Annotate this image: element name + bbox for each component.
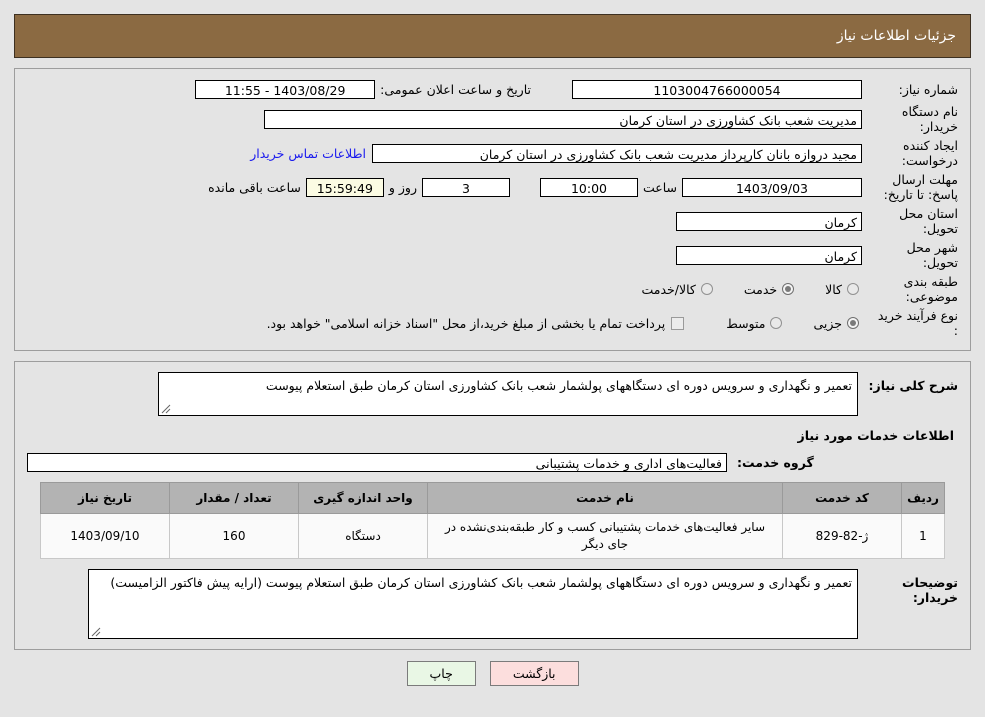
row-service-group: گروه خدمت: فعالیت‌های اداری و خدمات پشتی…: [27, 453, 958, 472]
days-word-label: روز و: [388, 179, 417, 195]
table-row: 1 ژ-82-829 سایر فعالیت‌های خدمات پشتیبان…: [40, 513, 945, 559]
need-details-panel: شرح کلی نیاز: تعمیر و نگهداری و سرویس دو…: [14, 361, 971, 650]
requester-value: مجید دروازه بانان کارپرداز مدیریت شعب با…: [372, 143, 862, 163]
col-code: کد خدمت: [782, 482, 902, 514]
page-title: جزئیات اطلاعات نیاز: [836, 28, 956, 44]
category-option-kala-khedmat[interactable]: کالا/خدمت: [639, 282, 715, 297]
buyer-notes-text: تعمیر و نگهداری و سرویس دوره ای دستگاهها…: [110, 575, 852, 590]
process-option-label: جزیی: [813, 315, 842, 331]
cell-date: 1403/09/10: [40, 513, 170, 559]
need-summary-label: شرح کلی نیاز:: [868, 378, 958, 393]
buyer-contact-link[interactable]: اطلاعات تماس خریدار: [244, 143, 372, 164]
radio-icon[interactable]: [700, 283, 713, 295]
radio-icon[interactable]: [847, 283, 859, 295]
row-need-number: شماره نیاز: 1103004766000054 تاریخ و ساع…: [27, 79, 958, 100]
province-label: استان محل تحویل:: [899, 206, 958, 236]
table-header-row: ردیف کد خدمت نام خدمت واحد اندازه گیری ت…: [40, 482, 945, 514]
category-option-label: کالا/خدمت: [641, 281, 696, 297]
col-radif: ردیف: [901, 482, 945, 514]
public-announce-value: 1403/08/29 - 11:55: [195, 80, 376, 99]
public-announce-label: تاریخ و ساعت اعلان عمومی:: [380, 82, 531, 97]
row-category: طبقه بندی موضوعی: کالا خدمت کالا/خدمت: [27, 274, 958, 304]
city-value: کرمان: [676, 245, 862, 265]
category-option-label: کالا: [825, 281, 842, 297]
back-button[interactable]: بازگشت: [489, 661, 579, 686]
cell-unit: دستگاه: [298, 513, 428, 559]
remaining-suffix-label: ساعت باقی مانده: [208, 179, 301, 195]
process-option-label: متوسط: [726, 315, 766, 331]
deadline-label: مهلت ارسال پاسخ: تا تاریخ:: [883, 172, 958, 202]
footer-buttons: بازگشت چاپ: [0, 661, 985, 686]
process-option-jozi[interactable]: جزیی: [811, 316, 862, 331]
city-label: شهر محل تحویل:: [906, 240, 958, 270]
col-unit: واحد اندازه گیری: [298, 482, 428, 514]
row-buyer-notes: توضیحات خریدار: تعمیر و نگهداری و سرویس …: [27, 569, 958, 639]
buyer-notes-label: توضیحات خریدار:: [902, 575, 958, 605]
buyer-notes-value[interactable]: تعمیر و نگهداری و سرویس دوره ای دستگاهها…: [88, 569, 858, 639]
checkbox-icon[interactable]: [671, 316, 685, 330]
buyer-org-label: نام دستگاه خریدار:: [901, 104, 958, 134]
cell-radif: 1: [901, 513, 945, 559]
need-number-value: 1103004766000054: [572, 80, 862, 99]
page-title-bar: جزئیات اطلاعات نیاز: [14, 14, 971, 58]
need-info-panel: شماره نیاز: 1103004766000054 تاریخ و ساع…: [14, 68, 971, 351]
resize-grip-icon[interactable]: [161, 404, 171, 414]
deadline-hour-label: ساعت: [642, 179, 677, 195]
days-left-value: 3: [421, 177, 510, 197]
treasury-checkbox-item[interactable]: پرداخت تمام یا بخشی از مبلغ خرید،از محل …: [265, 316, 689, 331]
row-need-summary: شرح کلی نیاز: تعمیر و نگهداری و سرویس دو…: [27, 372, 958, 416]
deadline-date-value: 1403/09/03: [682, 177, 862, 197]
need-number-label: شماره نیاز:: [898, 82, 958, 97]
requester-label: ایجاد کننده درخواست:: [901, 138, 958, 168]
countdown-timer: 15:59:49: [305, 177, 384, 197]
row-city: شهر محل تحویل: کرمان: [27, 240, 958, 270]
process-label: نوع فرآیند خرید :: [877, 308, 958, 338]
services-table: ردیف کد خدمت نام خدمت واحد اندازه گیری ت…: [40, 482, 945, 559]
category-option-label: خدمت: [743, 281, 778, 297]
row-requester: ایجاد کننده درخواست: مجید دروازه بانان ک…: [27, 138, 958, 168]
radio-icon[interactable]: [782, 283, 795, 295]
category-label: طبقه بندی موضوعی:: [903, 274, 958, 304]
cell-name: سایر فعالیت‌های خدمات پشتیبانی کسب و کار…: [427, 513, 783, 559]
row-deadline: مهلت ارسال پاسخ: تا تاریخ: 1403/09/03 سا…: [27, 172, 958, 202]
col-date: تاریخ نیاز: [40, 482, 170, 514]
row-buyer-org: نام دستگاه خریدار: مدیریت شعب بانک کشاور…: [27, 104, 958, 134]
col-qty: تعداد / مقدار: [169, 482, 299, 514]
buyer-org-value: مدیریت شعب بانک کشاورزی در استان کرمان: [264, 109, 862, 129]
cell-qty: 160: [169, 513, 299, 559]
radio-icon[interactable]: [770, 317, 783, 329]
service-group-value: فعالیت‌های اداری و خدمات پشتیبانی: [27, 453, 727, 472]
need-summary-text: تعمیر و نگهداری و سرویس دوره ای دستگاهها…: [265, 378, 852, 393]
category-option-khedmat[interactable]: خدمت: [742, 282, 797, 297]
row-process-type: نوع فرآیند خرید : جزیی متوسط پرداخت تمام…: [27, 308, 958, 338]
col-name: نام خدمت: [427, 482, 783, 514]
process-option-motevasset[interactable]: متوسط: [724, 316, 785, 331]
row-province: استان محل تحویل: کرمان: [27, 206, 958, 236]
cell-code: ژ-82-829: [782, 513, 902, 559]
print-button[interactable]: چاپ: [406, 661, 476, 686]
treasury-checkbox-label: پرداخت تمام یا بخشی از مبلغ خرید،از محل …: [266, 315, 666, 331]
radio-icon[interactable]: [847, 317, 859, 329]
need-summary-value[interactable]: تعمیر و نگهداری و سرویس دوره ای دستگاهها…: [158, 372, 858, 416]
resize-grip-icon[interactable]: [91, 627, 101, 637]
service-group-label: گروه خدمت:: [737, 455, 814, 470]
services-section-title: اطلاعات خدمات مورد نیاز: [797, 428, 955, 443]
category-option-kala[interactable]: کالا: [823, 282, 862, 297]
province-value: کرمان: [676, 211, 862, 231]
deadline-hour-value: 10:00: [539, 177, 638, 197]
